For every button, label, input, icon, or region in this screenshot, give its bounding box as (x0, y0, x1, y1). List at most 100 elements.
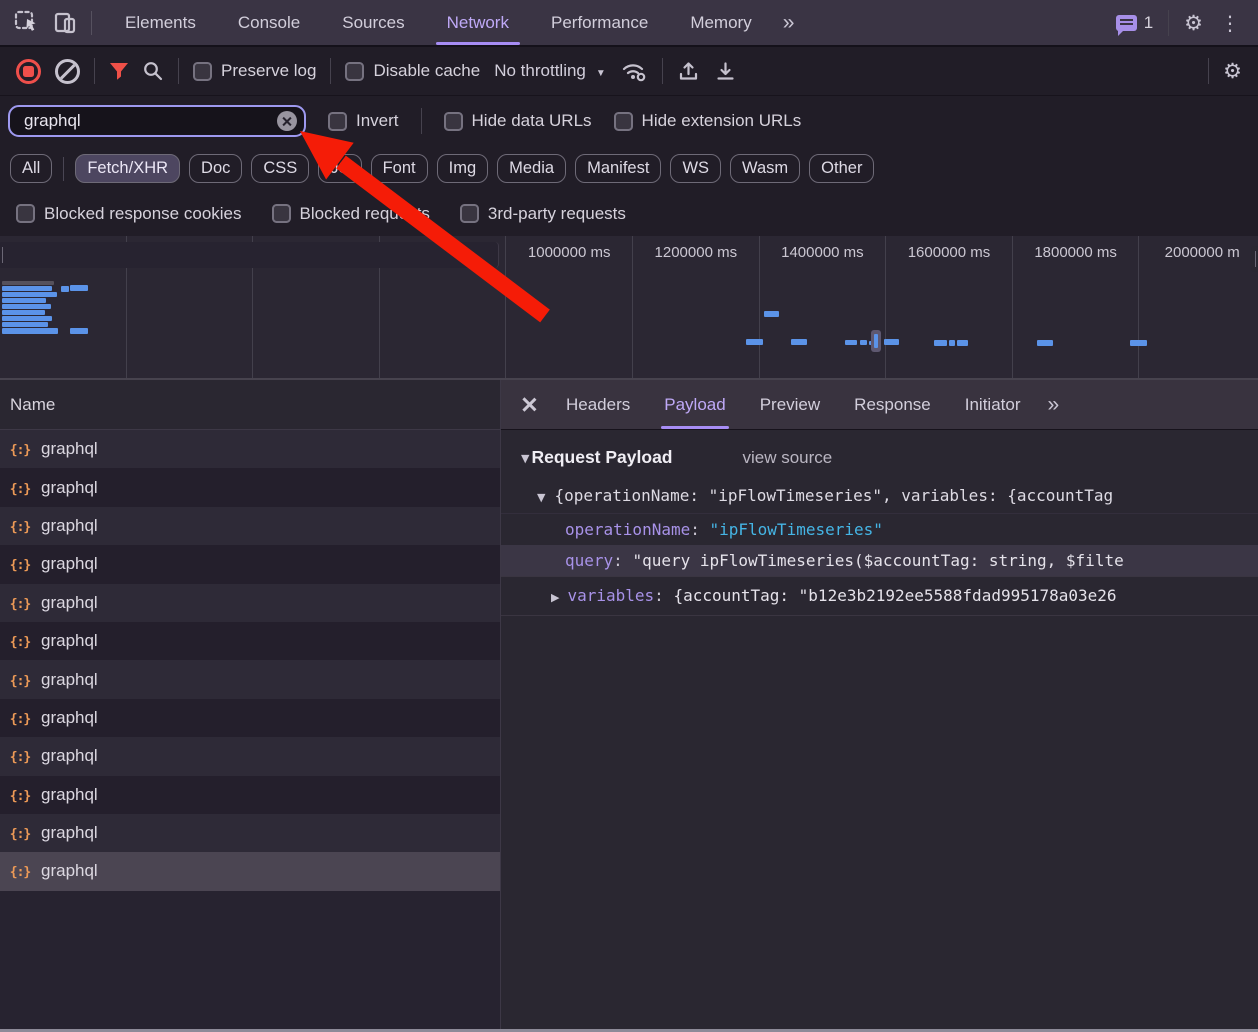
hide-extension-urls-checkbox[interactable] (614, 112, 633, 131)
filter-chip-ws[interactable]: WS (670, 154, 721, 183)
network-overview-timeline[interactable]: 200000 ms400000 ms600000 ms800000 ms1000… (0, 236, 1258, 380)
device-toolbar-icon[interactable] (53, 11, 77, 35)
tab-performance[interactable]: Performance (530, 0, 669, 45)
network-conditions-icon[interactable] (620, 60, 648, 82)
tab-console[interactable]: Console (217, 0, 321, 45)
json-response-icon (9, 478, 31, 498)
network-settings-gear-icon[interactable] (1223, 59, 1258, 83)
close-details-icon[interactable] (521, 397, 536, 412)
network-request-row[interactable]: graphql (0, 622, 500, 660)
detail-tab-preview[interactable]: Preview (743, 380, 837, 429)
blocked-requests-group: Blocked requests (272, 204, 430, 224)
filter-funnel-icon[interactable] (109, 62, 129, 81)
request-rows: graphqlgraphqlgraphqlgraphqlgraphqlgraph… (0, 430, 500, 891)
network-request-row[interactable]: graphql (0, 660, 500, 698)
throttling-dropdown[interactable]: No throttling (494, 61, 606, 81)
network-request-row[interactable]: graphql (0, 584, 500, 622)
invert-checkbox[interactable] (328, 112, 347, 131)
activity-bar (2, 316, 52, 321)
payload-object-preview[interactable]: {operationName: "ipFlowTimeseries", vari… (501, 486, 1258, 505)
payload-key: query (565, 551, 632, 570)
tab-network[interactable]: Network (426, 0, 530, 45)
tab-memory[interactable]: Memory (669, 0, 772, 45)
record-network-log-button[interactable] (16, 59, 41, 84)
request-name: graphql (41, 554, 98, 574)
detail-tab-headers[interactable]: Headers (549, 380, 647, 429)
detail-tab-payload[interactable]: Payload (647, 380, 742, 429)
request-name: graphql (41, 439, 98, 459)
activity-bar (949, 340, 955, 346)
filter-chip-other[interactable]: Other (809, 154, 874, 183)
network-request-row[interactable]: graphql (0, 852, 500, 890)
import-har-icon[interactable] (677, 60, 700, 83)
settings-gear-icon[interactable] (1184, 11, 1203, 35)
network-request-row[interactable]: graphql (0, 737, 500, 775)
filter-chip-doc[interactable]: Doc (189, 154, 242, 183)
disable-cache-checkbox[interactable] (345, 62, 364, 81)
collapse-triangle-icon[interactable] (521, 449, 529, 467)
divider (1208, 58, 1209, 84)
filter-chip-img[interactable]: Img (437, 154, 489, 183)
tool-icons (0, 10, 104, 35)
divider (94, 58, 95, 84)
tab-elements[interactable]: Elements (104, 0, 217, 45)
activity-bar (764, 311, 779, 317)
chevron-down-icon (596, 61, 606, 81)
filter-chip-manifest[interactable]: Manifest (575, 154, 661, 183)
blocked-response-cookies-checkbox[interactable] (16, 204, 35, 223)
payload-entry-query[interactable]: query"query ipFlowTimeseries($accountTag… (501, 545, 1258, 576)
filter-chip-media[interactable]: Media (497, 154, 566, 183)
payload-entry-variables[interactable]: variables{accountTag: "b12e3b2192ee5588f… (501, 576, 1258, 616)
issues-button[interactable]: 1 (1116, 13, 1153, 33)
tab-sources[interactable]: Sources (321, 0, 425, 45)
detail-tab-initiator[interactable]: Initiator (948, 380, 1038, 429)
json-response-icon (9, 516, 31, 536)
search-icon[interactable] (143, 61, 164, 82)
blocked-requests-checkbox[interactable] (272, 204, 291, 223)
filter-chip-font[interactable]: Font (371, 154, 428, 183)
expand-triangle-icon[interactable] (551, 577, 559, 616)
kebab-menu-icon[interactable] (1218, 11, 1242, 35)
overview-grip-right[interactable] (1251, 246, 1258, 272)
more-detail-tabs-icon[interactable] (1037, 393, 1070, 417)
network-request-row[interactable]: graphql (0, 699, 500, 737)
request-name: graphql (41, 861, 98, 881)
inspect-element-icon[interactable] (14, 10, 39, 35)
filter-chip-js[interactable]: JS (318, 154, 361, 183)
view-source-link[interactable]: view source (743, 448, 833, 468)
hide-data-urls-checkbox[interactable] (444, 112, 463, 131)
divider (91, 11, 92, 35)
overview-grip-left[interactable] (0, 242, 499, 268)
network-request-row[interactable]: graphql (0, 776, 500, 814)
activity-bar (845, 340, 857, 345)
clear-filter-icon[interactable] (277, 111, 297, 131)
timeline-tick-label: 1600000 ms (886, 236, 1012, 261)
request-name: graphql (41, 746, 98, 766)
network-request-row[interactable]: graphql (0, 507, 500, 545)
more-panels-icon[interactable] (773, 11, 806, 35)
preserve-log-checkbox[interactable] (193, 62, 212, 81)
filter-input[interactable] (22, 110, 277, 132)
json-response-icon (9, 670, 31, 690)
clear-network-log-icon[interactable] (55, 59, 80, 84)
request-option-checkboxes: Blocked response cookiesBlocked requests… (0, 191, 1258, 236)
devtools-tab-bar: ElementsConsoleSourcesNetworkPerformance… (0, 0, 1258, 47)
collapse-triangle-icon[interactable] (537, 486, 545, 505)
network-request-row[interactable]: graphql (0, 545, 500, 583)
name-column-header[interactable]: Name (0, 380, 500, 430)
network-request-row[interactable]: graphql (0, 430, 500, 468)
filter-chip-css[interactable]: CSS (251, 154, 309, 183)
filter-chip-all[interactable]: All (10, 154, 52, 183)
activity-bar (2, 322, 48, 327)
json-response-icon (9, 785, 31, 805)
payload-entry-operation-name[interactable]: operationName"ipFlowTimeseries" (501, 514, 1258, 545)
filter-chip-wasm[interactable]: Wasm (730, 154, 800, 183)
activity-bar (2, 310, 45, 315)
network-request-row[interactable]: graphql (0, 468, 500, 506)
filter-chip-fetch-xhr[interactable]: Fetch/XHR (75, 154, 180, 183)
export-har-icon[interactable] (714, 60, 737, 83)
network-request-row[interactable]: graphql (0, 814, 500, 852)
3rd-party-requests-checkbox[interactable] (460, 204, 479, 223)
detail-tab-response[interactable]: Response (837, 380, 948, 429)
timeline-column: 2000000 m (1139, 236, 1258, 378)
